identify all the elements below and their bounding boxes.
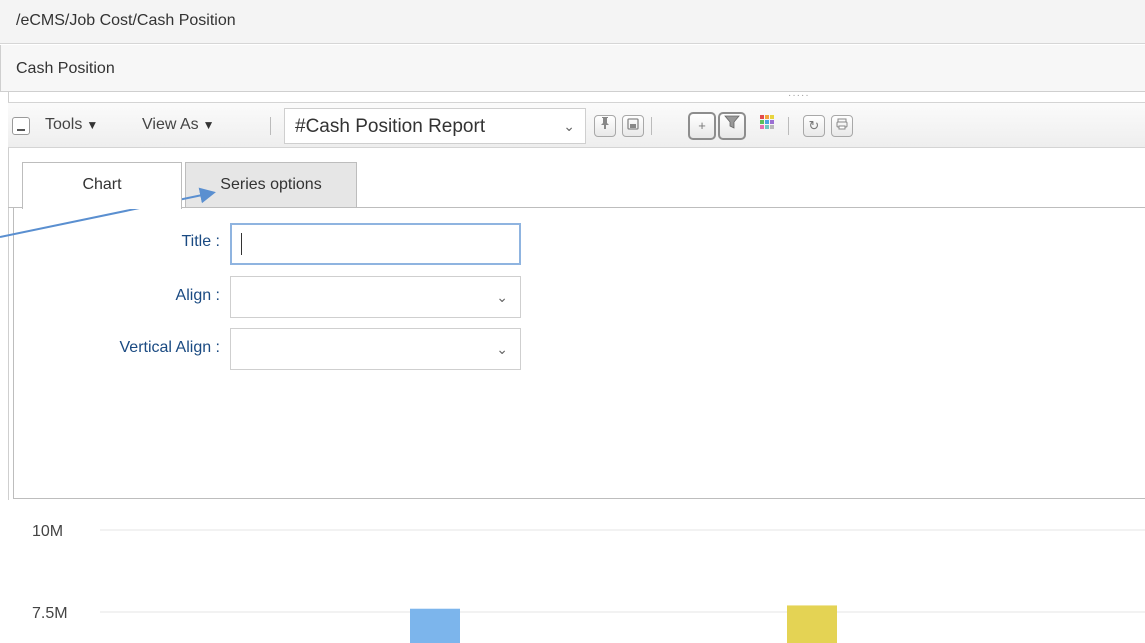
refresh-icon[interactable]: ↻	[803, 115, 825, 137]
y-tick-label: 7.5M	[32, 605, 68, 622]
align-label: Align :	[175, 287, 220, 304]
report-select[interactable]: #Cash Position Report ⌄	[284, 108, 586, 144]
title-input[interactable]	[230, 223, 521, 265]
chevron-down-icon: ⌄	[496, 289, 508, 305]
caret-down-icon: ▼	[86, 118, 99, 132]
breadcrumb-bar: /eCMS/Job Cost/Cash Position	[0, 0, 1145, 44]
chevron-down-icon: ⌄	[496, 341, 508, 357]
caret-down-icon: ▼	[202, 118, 215, 132]
pin-icon[interactable]	[594, 115, 616, 137]
chart-area: 10M 7.5M	[8, 500, 1145, 643]
print-icon[interactable]	[831, 115, 853, 137]
color-grid-icon[interactable]	[756, 115, 778, 137]
view-as-menu[interactable]: View As ▼	[142, 116, 215, 134]
panel-header: Cash Position	[0, 45, 1145, 92]
toolbar-separator	[270, 117, 271, 135]
app-window: /eCMS/Job Cost/Cash Position Cash Positi…	[0, 0, 1145, 643]
chart-options-form: Title : Align : ⌄ Vertical Align : ⌄	[13, 208, 1145, 499]
tools-menu[interactable]: Tools ▼	[45, 116, 98, 134]
tab-strip: Chart Series options	[8, 158, 1145, 209]
panel-title: Cash Position	[16, 60, 115, 77]
bar-series-2[interactable]	[787, 605, 837, 643]
toolbar: Tools ▼ View As ▼ #Cash Position Report ⌄ …	[8, 102, 1145, 148]
save-icon[interactable]	[622, 115, 644, 137]
chevron-down-icon: ⌄	[563, 118, 575, 134]
bar-chart: 10M 7.5M	[32, 523, 1145, 643]
plus-icon[interactable]: +	[688, 112, 716, 140]
align-select[interactable]: ⌄	[230, 276, 521, 318]
toolbar-separator	[788, 117, 789, 135]
tools-menu-label: Tools	[45, 116, 83, 133]
minus-square-icon[interactable]	[12, 117, 30, 135]
breadcrumb: /eCMS/Job Cost/Cash Position	[16, 12, 236, 29]
vertical-align-label: Vertical Align :	[119, 339, 221, 356]
tab-chart-label: Chart	[82, 176, 122, 193]
title-label: Title :	[181, 233, 220, 250]
y-tick-label: 10M	[32, 523, 63, 540]
text-caret	[241, 233, 242, 255]
bar-series-1[interactable]	[410, 608, 460, 643]
toolbar-separator	[651, 117, 652, 135]
report-select-value: #Cash Position Report	[295, 116, 486, 137]
tab-chart[interactable]: Chart	[22, 162, 182, 209]
tab-series-options-label: Series options	[220, 176, 322, 193]
filter-icon[interactable]	[718, 112, 746, 140]
vertical-align-select[interactable]: ⌄	[230, 328, 521, 370]
view-as-menu-label: View As	[142, 116, 199, 133]
tab-series-options[interactable]: Series options	[185, 162, 357, 208]
splitter-handle[interactable]: ·····	[788, 91, 810, 101]
